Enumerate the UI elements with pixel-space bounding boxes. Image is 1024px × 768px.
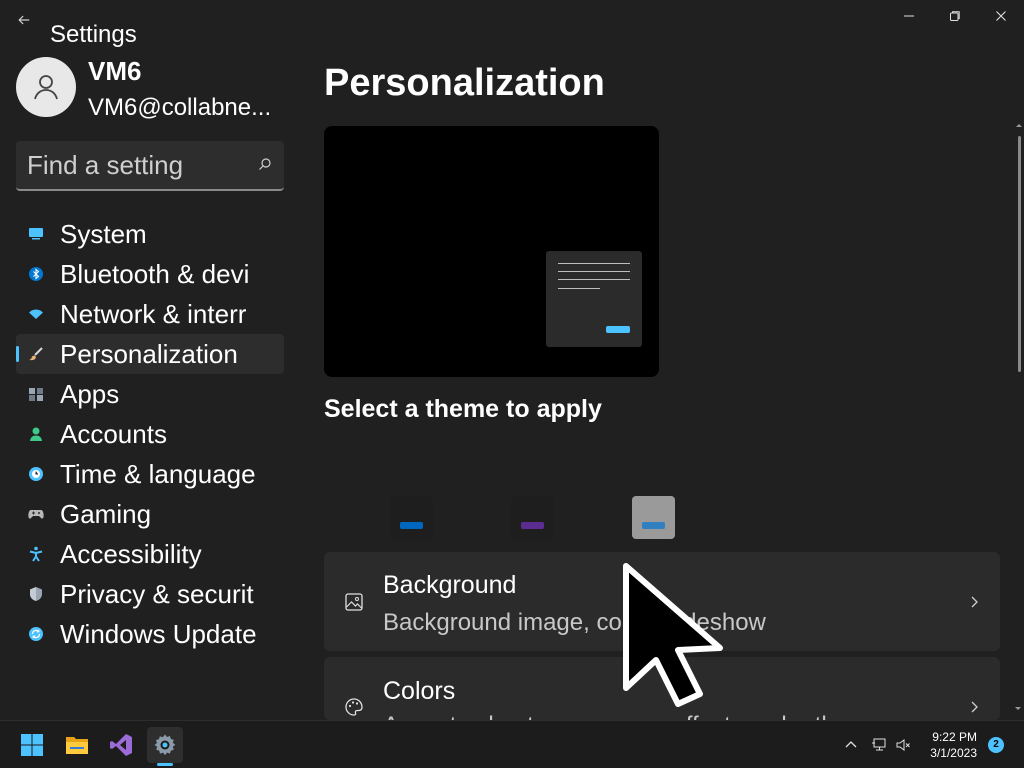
card-title: Background <box>383 571 517 599</box>
card-title: Colors <box>383 677 456 705</box>
theme-accent-bar <box>400 522 423 529</box>
close-button[interactable] <box>978 0 1024 32</box>
restore-icon <box>950 11 960 21</box>
preview-line <box>558 271 630 272</box>
image-icon <box>345 593 363 611</box>
file-explorer-icon <box>66 737 88 754</box>
back-arrow-icon <box>18 15 30 25</box>
avatar[interactable] <box>16 57 76 117</box>
sidebar-item-accounts[interactable]: Accounts <box>16 414 284 454</box>
windows-update-icon <box>27 625 45 643</box>
chevron-up-icon[interactable] <box>843 737 859 753</box>
theme-dark-purple[interactable] <box>511 496 554 539</box>
sidebar-item-label: Time & language <box>60 458 256 489</box>
accessibility-icon <box>27 545 45 563</box>
sidebar-item-windows-update[interactable]: Windows Update <box>16 614 284 654</box>
sidebar-item-label: Windows Update <box>60 618 257 649</box>
sidebar-item-label: Accounts <box>60 418 167 449</box>
theme-dark-blue[interactable] <box>390 496 433 539</box>
preview-line <box>558 263 630 264</box>
user-name: VM6 <box>88 56 142 86</box>
theme-accent-bar <box>642 522 665 529</box>
sidebar-item-label: Privacy & securit <box>60 578 254 609</box>
preview-button <box>606 326 630 333</box>
search-icon[interactable] <box>258 157 272 171</box>
sidebar-item-accessibility[interactable]: Accessibility <box>16 534 284 574</box>
file-explorer-button[interactable] <box>59 727 95 763</box>
sidebar-item-system[interactable]: System <box>16 214 284 254</box>
sidebar-item-privacy-security[interactable]: Privacy & securit <box>16 574 284 614</box>
window-controls <box>886 0 1024 32</box>
selection-indicator <box>16 346 19 362</box>
visual-studio-button[interactable] <box>103 727 139 763</box>
shield-icon <box>27 585 45 603</box>
start-icon <box>21 734 43 756</box>
time-language-icon <box>27 465 45 483</box>
page-title: Personalization <box>324 62 605 104</box>
search-input[interactable] <box>16 141 246 189</box>
restore-button[interactable] <box>932 0 978 32</box>
settings-icon <box>154 734 176 756</box>
sidebar-item-label: Apps <box>60 378 120 409</box>
visual-studio-icon <box>110 734 132 756</box>
theme-accent-bar <box>521 522 544 529</box>
network-wired-icon[interactable] <box>871 737 887 753</box>
theme-heading: Select a theme to apply <box>324 395 602 423</box>
system-icon <box>27 225 45 243</box>
chevron-right-icon <box>971 701 978 713</box>
scrollbar-thumb[interactable] <box>1018 136 1021 372</box>
back-button[interactable] <box>14 13 34 33</box>
taskbar: 9:22 PM 3/1/2023 2 <box>0 720 1024 768</box>
scroll-up-icon[interactable] <box>1014 120 1024 130</box>
minimize-icon <box>904 15 914 17</box>
palette-icon <box>345 698 363 716</box>
sidebar-item-time-language[interactable]: Time & language <box>16 454 284 494</box>
clock-time: 9:22 PM <box>932 730 977 744</box>
chevron-right-icon <box>971 596 978 608</box>
sidebar-item-label: System <box>60 218 147 249</box>
clock-date: 3/1/2023 <box>930 746 977 760</box>
bluetooth-icon <box>27 265 45 283</box>
user-icon <box>34 75 58 100</box>
sidebar-item-label: Accessibility <box>60 538 202 569</box>
sidebar-item-apps[interactable]: Apps <box>16 374 284 414</box>
preview-line <box>558 288 600 289</box>
preview-line <box>558 279 630 280</box>
start-button[interactable] <box>14 727 50 763</box>
scroll-down-icon[interactable] <box>1013 704 1023 714</box>
theme-preview <box>324 126 659 377</box>
mouse-pointer-icon <box>623 563 723 707</box>
sidebar-item-label: Bluetooth & devi <box>60 258 250 289</box>
sidebar-nav: System Bluetooth & devi Network & interr… <box>16 214 284 654</box>
system-tray <box>843 721 911 768</box>
sidebar-item-personalization[interactable]: Personalization <box>16 334 284 374</box>
network-icon <box>27 305 45 323</box>
search-box <box>16 141 284 191</box>
brush-icon <box>27 345 45 363</box>
user-email: VM6@collabne... <box>88 94 272 121</box>
sidebar-item-gaming[interactable]: Gaming <box>16 494 284 534</box>
apps-icon <box>27 385 45 403</box>
clock[interactable]: 9:22 PM 3/1/2023 <box>930 729 977 761</box>
sidebar-item-network[interactable]: Network & interr <box>16 294 284 334</box>
active-app-indicator <box>157 763 173 766</box>
notification-badge[interactable]: 2 <box>988 737 1004 753</box>
preview-window <box>546 251 642 347</box>
sidebar-item-label: Personalization <box>60 338 238 369</box>
sidebar-item-label: Gaming <box>60 498 152 529</box>
app-title: Settings <box>50 21 137 48</box>
sidebar-item-label: Network & interr <box>60 298 247 329</box>
gaming-icon <box>27 505 45 523</box>
volume-muted-icon[interactable] <box>895 737 911 753</box>
minimize-button[interactable] <box>886 0 932 32</box>
sidebar-item-bluetooth[interactable]: Bluetooth & devi <box>16 254 284 294</box>
accounts-icon <box>27 425 45 443</box>
settings-button[interactable] <box>147 727 183 763</box>
card-subtitle: Accent color, transparency effects, colo… <box>383 712 881 720</box>
close-icon <box>996 11 1006 21</box>
theme-light-gray[interactable] <box>632 496 675 539</box>
